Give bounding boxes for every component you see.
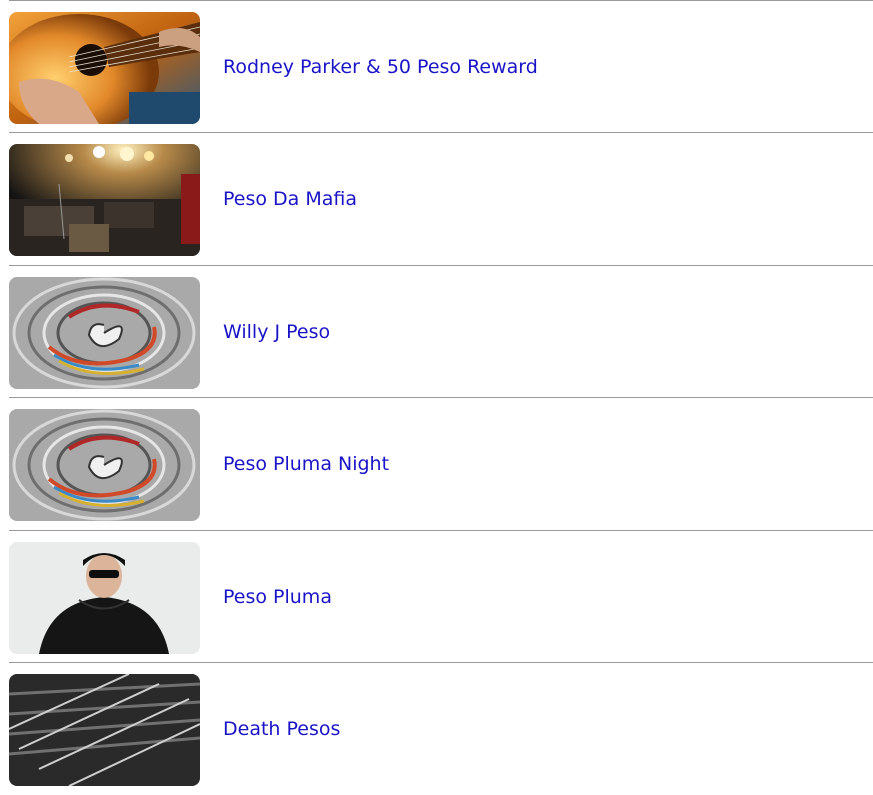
list-item[interactable]: Willy J Peso <box>9 264 873 398</box>
acoustic-guitar-photo[interactable] <box>9 12 200 124</box>
result-link[interactable]: Peso Pluma Night <box>223 398 389 530</box>
swirl-placeholder-image[interactable] <box>9 276 200 389</box>
guitar-strings-photo[interactable] <box>9 673 200 786</box>
concert-stage-photo[interactable] <box>9 144 200 257</box>
result-link[interactable]: Peso Da Mafia <box>223 133 357 265</box>
list-item[interactable]: Peso Da Mafia <box>9 132 873 264</box>
artist-portrait-photo[interactable] <box>9 541 200 654</box>
result-link[interactable]: Peso Pluma <box>223 531 332 663</box>
list-item[interactable]: Death Pesos <box>9 661 873 795</box>
list-item[interactable]: Peso Pluma Night <box>9 397 873 529</box>
list-item[interactable]: Peso Pluma <box>9 529 873 663</box>
search-results-list: Rodney Parker & 50 Peso Reward Peso Da M… <box>9 0 873 794</box>
swirl-placeholder-image[interactable] <box>9 409 200 522</box>
result-link[interactable]: Willy J Peso <box>223 266 330 398</box>
result-link[interactable]: Death Pesos <box>223 663 340 795</box>
result-link[interactable]: Rodney Parker & 50 Peso Reward <box>223 1 538 133</box>
list-item[interactable]: Rodney Parker & 50 Peso Reward <box>9 0 873 132</box>
